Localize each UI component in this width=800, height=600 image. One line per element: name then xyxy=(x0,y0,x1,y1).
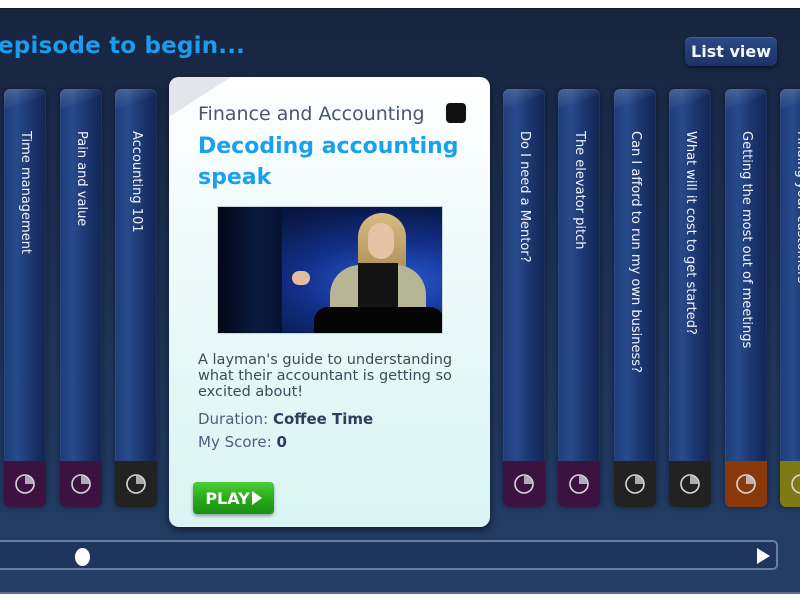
clock-icon xyxy=(15,474,35,494)
episode-spine-title: Time management xyxy=(18,131,33,255)
score-label: My Score: xyxy=(198,433,272,451)
clock-icon xyxy=(736,474,756,494)
episode-spine-footer xyxy=(780,461,800,507)
episode-title: Decoding accounting speak xyxy=(198,134,459,190)
clock-icon xyxy=(625,474,645,494)
episode-spine[interactable]: Time management xyxy=(4,89,46,507)
episode-spine-title: Accounting 101 xyxy=(129,131,144,233)
clock-icon xyxy=(680,474,700,494)
episode-spine[interactable]: The elevator pitch xyxy=(558,89,600,507)
play-label: PLAY xyxy=(205,488,250,508)
clock-icon xyxy=(514,474,534,494)
duration-value: Coffee Time xyxy=(272,410,374,428)
scroll-right-arrow-icon[interactable] xyxy=(757,548,770,564)
presenter-chair xyxy=(314,307,442,333)
carousel-scrollbar[interactable] xyxy=(0,540,778,570)
video-thumbnail[interactable] xyxy=(217,206,443,334)
duration-label: Duration: xyxy=(198,410,269,428)
episode-spine-title: What will it cost to get started? xyxy=(683,131,698,335)
duration-row: Duration: Coffee Time xyxy=(198,410,373,428)
selected-episode-card: Finance and Accounting Decoding accounti… xyxy=(169,77,490,527)
episode-spine-title: The elevator pitch xyxy=(572,131,587,250)
score-row: My Score: 0 xyxy=(198,433,287,451)
episode-spine[interactable]: Pain and value xyxy=(60,89,102,507)
episode-spine-footer xyxy=(725,461,767,507)
episode-spine-footer xyxy=(669,461,711,507)
episode-spine[interactable]: Accounting 101 xyxy=(115,89,157,507)
episode-spine-title: Can I afford to run my own business? xyxy=(628,131,643,373)
episode-spine-footer xyxy=(115,461,157,507)
episode-spine-title: Getting the most out of meetings xyxy=(739,131,754,349)
clock-icon xyxy=(126,474,146,494)
episode-spine-title: Pain and value xyxy=(74,131,89,227)
episode-spine-footer xyxy=(60,461,102,507)
scrollbar-thumb[interactable] xyxy=(75,548,90,566)
status-indicator-icon xyxy=(446,103,466,123)
episode-browser: episode to begin... List view Time manag… xyxy=(0,8,800,594)
episode-spine[interactable]: Can I afford to run my own business? xyxy=(614,89,656,507)
clock-icon xyxy=(71,474,91,494)
clock-icon xyxy=(569,474,589,494)
episode-spine-footer xyxy=(503,461,545,507)
episode-spine-title: Do I need a Mentor? xyxy=(517,131,532,263)
clock-icon xyxy=(791,474,800,494)
page-heading: episode to begin... xyxy=(0,33,246,59)
episode-spine[interactable]: Do I need a Mentor? xyxy=(503,89,545,507)
episode-spine[interactable]: What will it cost to get started? xyxy=(669,89,711,507)
episode-category: Finance and Accounting xyxy=(198,103,425,125)
list-view-button[interactable]: List view xyxy=(685,37,777,66)
episode-spine[interactable]: Getting the most out of meetings xyxy=(725,89,767,507)
episode-spine-footer xyxy=(558,461,600,507)
score-value: 0 xyxy=(276,433,287,451)
play-button[interactable]: PLAY xyxy=(193,482,274,514)
video-backdrop xyxy=(218,207,282,333)
play-icon xyxy=(251,491,262,505)
episode-spine-footer xyxy=(614,461,656,507)
episode-description: A layman's guide to understanding what t… xyxy=(198,352,453,400)
presenter-face xyxy=(368,223,394,259)
episode-spine-footer xyxy=(4,461,46,507)
episode-spine-title: Finding your customers xyxy=(794,131,800,284)
episode-spine[interactable]: Finding your customers xyxy=(780,89,800,507)
presenter-hand xyxy=(292,271,310,285)
